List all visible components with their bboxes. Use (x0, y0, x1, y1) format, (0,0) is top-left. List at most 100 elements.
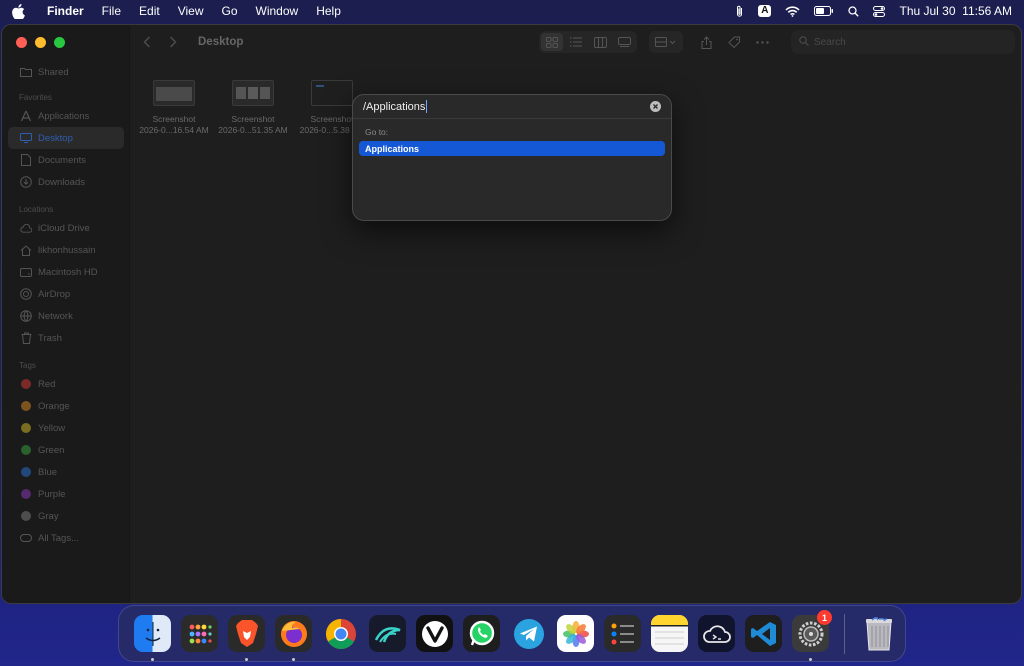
dock-app-surfshark[interactable] (364, 610, 411, 657)
sidebar-all-tags[interactable]: All Tags... (2, 527, 130, 549)
finder-sidebar: Shared Favorites Applications Desktop Do… (2, 25, 130, 603)
menu-edit[interactable]: Edit (130, 4, 169, 18)
list-view-button[interactable] (565, 33, 587, 51)
shared-folder-icon (20, 66, 32, 78)
file-item[interactable]: Screenshot 2026-0...51.35 AM (215, 80, 291, 136)
spotlight-search-icon[interactable] (848, 5, 860, 17)
tag-button[interactable] (723, 31, 745, 53)
clear-input-icon[interactable] (650, 101, 661, 112)
dock-app-vscode[interactable] (740, 610, 787, 657)
more-options-button[interactable] (751, 31, 773, 53)
group-by-menu[interactable] (649, 31, 683, 53)
gallery-view-button[interactable] (613, 33, 635, 51)
sidebar-item-label: Green (38, 444, 65, 456)
menu-file[interactable]: File (93, 4, 130, 18)
sidebar-tag-purple[interactable]: Purple (2, 483, 130, 505)
sidebar-item-downloads[interactable]: Downloads (2, 171, 130, 193)
search-icon (799, 35, 809, 49)
dock-app-chrome[interactable] (317, 610, 364, 657)
sidebar-item-trash[interactable]: Trash (2, 327, 130, 349)
search-field[interactable]: Search (791, 30, 1015, 54)
sidebar-tag-red[interactable]: Red (2, 373, 130, 395)
sidebar-item-home[interactable]: likhonhussain (2, 239, 130, 261)
dock-app-vivaldi[interactable] (411, 610, 458, 657)
dock: 1 (118, 605, 906, 662)
sidebar-item-desktop[interactable]: Desktop (8, 127, 124, 149)
go-to-path-input[interactable]: /Applications (353, 95, 671, 119)
close-window-button[interactable] (16, 37, 27, 48)
sidebar-tag-yellow[interactable]: Yellow (2, 417, 130, 439)
desktop-icon (20, 132, 32, 144)
tag-red-dot (21, 379, 31, 389)
tag-blue-dot (21, 467, 31, 477)
forward-button[interactable] (162, 31, 184, 53)
trash-icon (20, 332, 32, 344)
share-button[interactable] (695, 31, 717, 53)
dock-app-firefox[interactable] (270, 610, 317, 661)
menu-help[interactable]: Help (307, 4, 350, 18)
menu-window[interactable]: Window (247, 4, 308, 18)
sidebar-item-label: Documents (38, 154, 87, 166)
file-item[interactable]: Screenshot 2026-0...16.54 AM (136, 80, 212, 136)
sidebar-tag-blue[interactable]: Blue (2, 461, 130, 483)
sidebar-item-applications[interactable]: Applications (2, 105, 130, 127)
control-center-icon[interactable] (873, 5, 886, 17)
search-placeholder: Search (814, 36, 846, 48)
dock-app-whatsapp[interactable] (458, 610, 505, 657)
vivaldi-icon (416, 615, 453, 652)
dock-app-system-settings[interactable]: 1 (787, 610, 834, 661)
menubar-clock[interactable]: Thu Jul 30 11:56 AM (899, 4, 1012, 18)
menu-go[interactable]: Go (213, 4, 247, 18)
sidebar-item-label: Trash (38, 332, 62, 344)
battery-icon[interactable] (814, 6, 834, 16)
file-thumbnail (311, 80, 353, 106)
cloud-icon (20, 222, 32, 234)
sidebar-heading-favorites: Favorites (19, 93, 52, 102)
sidebar-tag-orange[interactable]: Orange (2, 395, 130, 417)
dock-app-chatgpt[interactable] (693, 610, 740, 657)
firefox-icon (275, 615, 312, 652)
group-icon (651, 33, 681, 51)
finder-toolbar: Desktop Search (130, 25, 1021, 59)
menu-finder[interactable]: Finder (38, 4, 93, 18)
dock-app-photos[interactable] (552, 610, 599, 657)
back-button[interactable] (136, 31, 158, 53)
go-to-suggestion-item[interactable]: Applications (359, 141, 665, 156)
sidebar-tag-green[interactable]: Green (2, 439, 130, 461)
icon-view-button[interactable] (541, 33, 563, 51)
menu-view[interactable]: View (169, 4, 213, 18)
dock-app-finder[interactable] (129, 610, 176, 661)
wifi-icon[interactable] (785, 5, 801, 17)
sidebar-item-label: Gray (38, 510, 59, 522)
apple-menu-icon[interactable] (12, 3, 26, 19)
dock-app-reminders[interactable] (599, 610, 646, 657)
dock-app-launchpad[interactable] (176, 610, 223, 657)
tag-yellow-dot (21, 423, 31, 433)
sidebar-item-label: Applications (38, 110, 90, 122)
dock-app-telegram[interactable] (505, 610, 552, 657)
column-view-button[interactable] (589, 33, 611, 51)
file-name: Screenshot (231, 114, 275, 124)
sidebar-item-icloud-drive[interactable]: iCloud Drive (2, 217, 130, 239)
input-source-badge[interactable]: A (758, 5, 772, 17)
go-to-path-value: /Applications (363, 100, 426, 113)
zoom-window-button[interactable] (54, 37, 65, 48)
sidebar-heading-tags: Tags (19, 361, 36, 370)
menu-bar: Finder File Edit View Go Window Help A T… (0, 0, 1024, 22)
sidebar-item-label: Red (38, 378, 56, 390)
sidebar-item-airdrop[interactable]: AirDrop (2, 283, 130, 305)
sidebar-item-network[interactable]: Network (2, 305, 130, 327)
dock-app-notes[interactable] (646, 610, 693, 657)
sidebar-tag-gray[interactable]: Gray (2, 505, 130, 527)
sidebar-item-macintosh-hd[interactable]: Macintosh HD (2, 261, 130, 283)
dock-trash[interactable] (855, 610, 902, 657)
file-name: Screenshot (152, 114, 196, 124)
running-indicator (151, 658, 154, 661)
sidebar-item-documents[interactable]: Documents (2, 149, 130, 171)
sidebar-item-label: Downloads (38, 176, 85, 188)
paperclip-icon[interactable] (735, 5, 744, 18)
dock-app-brave[interactable] (223, 610, 270, 661)
minimize-window-button[interactable] (35, 37, 46, 48)
sidebar-item-shared[interactable]: Shared (2, 61, 130, 83)
sidebar-item-label: likhonhussain (38, 244, 96, 256)
